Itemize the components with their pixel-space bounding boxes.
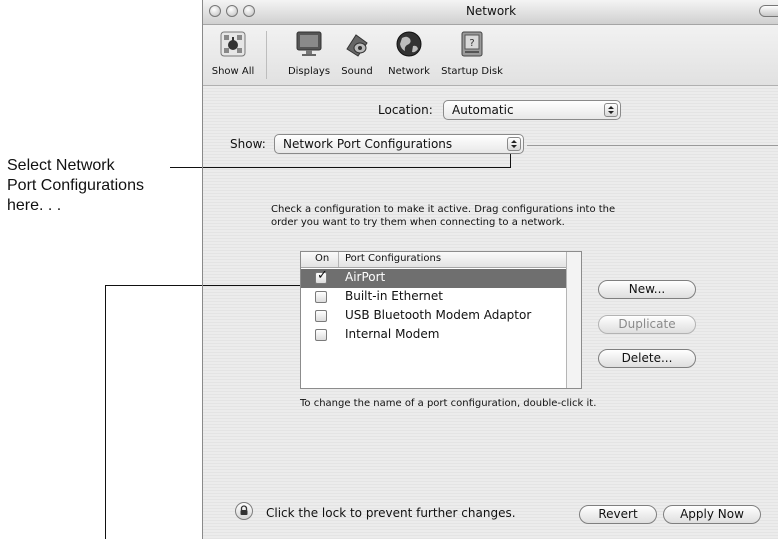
apple-logo-icon xyxy=(220,31,246,57)
callout-line-1: Select Network xyxy=(7,157,115,174)
speaker-icon xyxy=(346,34,368,57)
globe-icon xyxy=(396,31,422,57)
callout-leader-top-inner-riser xyxy=(510,152,511,168)
show-value: Network Port Configurations xyxy=(283,137,453,151)
port-name: AirPort xyxy=(345,270,386,284)
toolbar-label: Network xyxy=(388,66,430,77)
network-window: Network Show All Displays Sound Network … xyxy=(202,0,778,539)
revert-button[interactable]: Revert xyxy=(579,505,657,524)
delete-button[interactable]: Delete... xyxy=(598,349,696,368)
port-name: Internal Modem xyxy=(345,327,440,341)
column-header-on[interactable]: On xyxy=(315,253,329,264)
toolbar-network[interactable]: Network xyxy=(385,29,433,77)
toolbar-label: Startup Disk xyxy=(441,66,503,77)
callout-line-2: Port Configurations xyxy=(7,177,144,194)
lock-icon[interactable] xyxy=(235,502,253,520)
list-item[interactable]: USB Bluetooth Modem Adaptor xyxy=(301,307,566,326)
new-button[interactable]: New... xyxy=(598,280,696,299)
active-checkbox[interactable] xyxy=(315,291,327,303)
callout-leader-top xyxy=(170,167,202,168)
list-scrollbar[interactable] xyxy=(566,252,581,388)
port-name: Built-in Ethernet xyxy=(345,289,443,303)
apply-now-button[interactable]: Apply Now xyxy=(663,505,761,524)
column-header-port-configurations[interactable]: Port Configurations xyxy=(345,253,441,264)
toolbar-label: Displays xyxy=(287,66,331,77)
location-label: Location: xyxy=(378,103,433,117)
hard-disk-icon: ? xyxy=(461,31,483,57)
column-divider xyxy=(338,252,339,267)
list-item[interactable]: Internal Modem xyxy=(301,326,566,345)
instructions-line-1: Check a configuration to make it active.… xyxy=(271,204,616,215)
rename-hint: To change the name of a port configurati… xyxy=(300,398,597,409)
active-checkbox[interactable]: ✓ xyxy=(315,268,328,284)
port-name: USB Bluetooth Modem Adaptor xyxy=(345,308,532,322)
location-value: Automatic xyxy=(452,103,514,117)
callout-leader-bottom-horizontal xyxy=(105,285,202,286)
callout-leader-top-inner xyxy=(203,167,511,168)
callout-bold: Network xyxy=(55,157,115,174)
up-down-arrows-icon xyxy=(604,103,618,117)
instructions-line-2: order you want to try them when connecti… xyxy=(271,217,565,228)
port-configurations-list[interactable]: On Port Configurations ✓ AirPort Built-i… xyxy=(300,251,582,389)
checkmark-icon: ✓ xyxy=(317,268,328,283)
list-item[interactable]: Built-in Ethernet xyxy=(301,288,566,307)
lock-text: Click the lock to prevent further change… xyxy=(266,506,516,520)
show-popup[interactable]: Network Port Configurations xyxy=(274,134,524,154)
list-item[interactable]: ✓ AirPort xyxy=(301,268,566,288)
instructions-text: Check a configuration to make it active.… xyxy=(271,203,741,229)
duplicate-button[interactable]: Duplicate xyxy=(598,315,696,334)
show-label: Show: xyxy=(230,137,266,151)
toolbar-sound[interactable]: Sound xyxy=(338,29,376,77)
svg-text:?: ? xyxy=(469,38,474,49)
toolbar-separator xyxy=(266,31,267,79)
toolbar-show-all[interactable]: Show All xyxy=(205,29,261,77)
show-divider xyxy=(527,145,778,146)
location-popup[interactable]: Automatic xyxy=(443,100,621,120)
callout-line-3: here. . . xyxy=(7,197,62,214)
toolbar-label: Show All xyxy=(211,66,255,77)
window-title: Network xyxy=(465,4,517,18)
list-header: On Port Configurations xyxy=(301,252,581,268)
toolbar: Show All Displays Sound Network ? Startu… xyxy=(203,25,778,86)
toolbar-label: Sound xyxy=(341,66,373,77)
callout-leader-bottom-vertical xyxy=(105,285,106,539)
display-icon xyxy=(296,31,322,56)
toolbar-displays[interactable]: Displays xyxy=(287,29,331,77)
up-down-arrows-icon xyxy=(507,137,521,151)
title-bar: Network xyxy=(203,0,778,25)
toolbar-startup-disk[interactable]: ? Startup Disk xyxy=(439,29,505,77)
active-checkbox[interactable] xyxy=(315,329,327,341)
active-checkbox[interactable] xyxy=(315,310,327,322)
callout-text: Select Network Port Configurations here.… xyxy=(7,156,202,216)
toolbar-toggle-button[interactable] xyxy=(759,5,778,17)
